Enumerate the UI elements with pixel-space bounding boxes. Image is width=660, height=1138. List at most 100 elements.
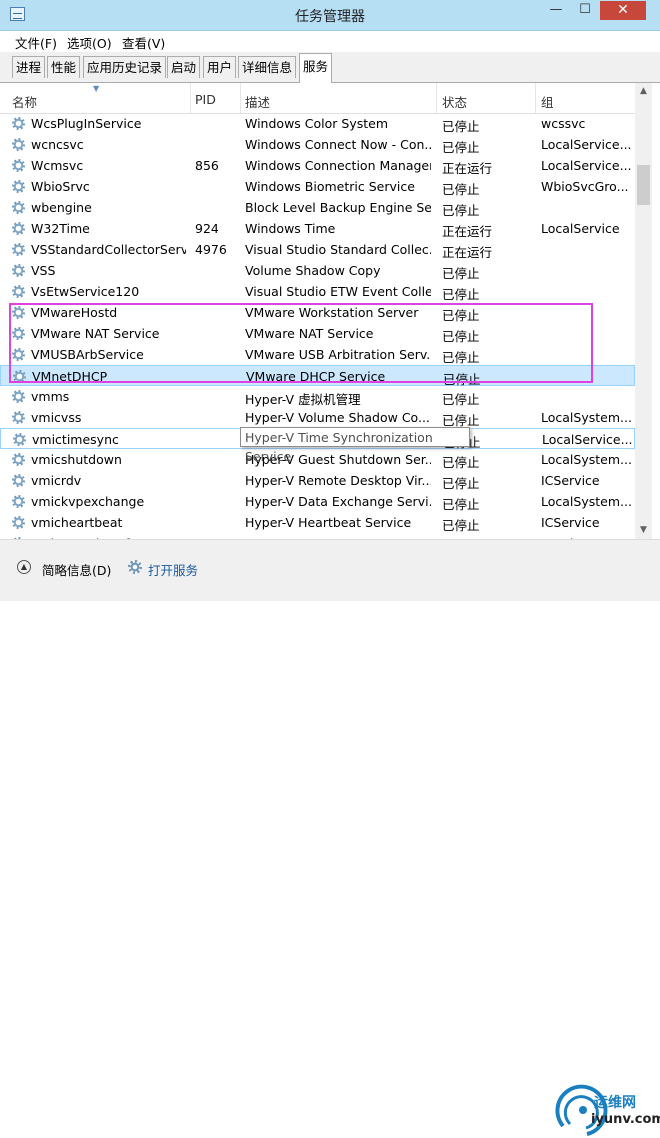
service-group: LocalService...	[541, 158, 632, 173]
service-description: Block Level Backup Engine Se...	[245, 200, 431, 215]
service-name: vmickvpexchange	[31, 494, 145, 509]
tab-performance[interactable]: 性能	[47, 56, 81, 78]
vertical-scrollbar[interactable]: ▲ ▼	[635, 83, 652, 539]
service-group: LocalSystem...	[541, 494, 632, 509]
service-gear-icon	[12, 495, 25, 508]
service-gear-icon	[12, 474, 25, 487]
column-header-description[interactable]: 描述	[245, 92, 270, 111]
table-row[interactable]: vmicrdv Hyper-V Remote Desktop Vir... 已停止 I…	[0, 470, 635, 491]
tab-startup[interactable]: 启动	[167, 56, 201, 78]
service-status: 已停止	[442, 455, 480, 470]
highlight-box	[9, 303, 593, 383]
watermark-domain: iyunv.com	[591, 1112, 660, 1127]
service-gear-icon	[12, 180, 25, 193]
maximize-button[interactable]: ☐	[572, 1, 598, 20]
service-group: WbioSvcGro...	[541, 179, 629, 194]
service-gear-icon	[12, 390, 25, 403]
table-row[interactable]: Wcmsvc 856 Windows Connection Manager 正在运行 L…	[0, 155, 635, 176]
service-pid: 856	[195, 158, 219, 173]
service-name: wcncsvc	[31, 137, 84, 152]
service-status: 正在运行	[442, 161, 493, 176]
service-gear-icon	[12, 453, 25, 466]
service-status: 已停止	[442, 119, 480, 134]
service-description: Hyper-V Remote Desktop Vir...	[245, 473, 431, 488]
service-gear-icon	[12, 117, 25, 130]
service-status: 已停止	[442, 182, 480, 197]
open-services-link[interactable]: 打开服务	[148, 560, 198, 579]
brief-info-link[interactable]: 简略信息(D)	[42, 560, 111, 579]
tab-strip: 进程 性能 应用历史记录 启动 用户 详细信息 服务	[0, 52, 660, 83]
column-header-name[interactable]: 名称	[12, 92, 37, 111]
column-header-group[interactable]: 组	[541, 92, 554, 111]
table-row[interactable]: wbengine Block Level Backup Engine Se... 已…	[0, 197, 635, 218]
tab-users[interactable]: 用户	[203, 56, 237, 78]
service-group: ICService	[541, 515, 600, 530]
sort-indicator-icon: ▼	[93, 84, 100, 93]
service-name: vmicheartbeat	[31, 515, 123, 530]
service-name: WcsPlugInService	[31, 116, 142, 131]
table-row[interactable]: vmicheartbeat Hyper-V Heartbeat Service 已停…	[0, 512, 635, 533]
service-name: VSS	[31, 263, 56, 278]
service-status: 已停止	[442, 392, 480, 407]
service-status: 已停止	[442, 266, 480, 281]
service-gear-icon	[12, 201, 25, 214]
service-group: ICService	[541, 473, 600, 488]
table-row[interactable]: W32Time 924 Windows Time 正在运行 LocalService	[0, 218, 635, 239]
service-name: W32Time	[31, 221, 90, 236]
scroll-down-icon[interactable]: ▼	[635, 522, 652, 539]
table-row[interactable]: VsEtwService120 Visual Studio ETW Event C…	[0, 281, 635, 302]
tab-details[interactable]: 详细信息	[238, 56, 297, 78]
table-row[interactable]: wcncsvc Windows Connect Now - Con... 已停止 Lo…	[0, 134, 635, 155]
service-name: WbioSrvc	[31, 179, 90, 194]
menu-options[interactable]: 选项(O)	[67, 33, 112, 52]
service-status: 正在运行	[442, 224, 493, 239]
table-row[interactable]: WcsPlugInService Windows Color System 已停止 w…	[0, 113, 635, 134]
table-row[interactable]: vmickvpexchange Hyper-V Data Exchange Ser…	[0, 491, 635, 512]
service-name: vmicrdv	[31, 473, 82, 488]
service-gear-icon	[13, 433, 26, 446]
table-row[interactable]: VSS Volume Shadow Copy 已停止	[0, 260, 635, 281]
minimize-button[interactable]: —	[543, 1, 569, 20]
service-status: 正在运行	[442, 245, 493, 260]
service-description: Hyper-V 虚拟机管理	[245, 392, 361, 407]
service-name: vmms	[31, 389, 70, 404]
table-row[interactable]: vmms Hyper-V 虚拟机管理 已停止	[0, 386, 635, 407]
service-group: wcssvc	[541, 116, 586, 131]
service-status: 已停止	[442, 203, 480, 218]
title-bar: 任务管理器 — ☐ ✕	[0, 0, 660, 31]
service-status: 已停止	[442, 140, 480, 155]
tab-app-history[interactable]: 应用历史记录	[83, 56, 167, 78]
menu-file[interactable]: 文件(F)	[15, 33, 57, 52]
table-row[interactable]: VSStandardCollectorServ... 4976 Visual Stu…	[0, 239, 635, 260]
service-description: Hyper-V Volume Shadow Co...	[245, 410, 430, 425]
service-name: wbengine	[31, 200, 92, 215]
services-gear-icon	[128, 560, 142, 574]
service-description: Windows Color System	[245, 116, 388, 131]
table-row[interactable]: WbioSrvc Windows Biometric Service 已停止 Wbio…	[0, 176, 635, 197]
scroll-up-icon[interactable]: ▲	[635, 83, 652, 100]
scrollbar-thumb[interactable]	[637, 165, 650, 205]
service-name: VsEtwService120	[31, 284, 140, 299]
service-group: LocalService...	[542, 432, 633, 447]
column-header-status[interactable]: 状态	[442, 92, 467, 111]
service-description: Windows Time	[245, 221, 336, 236]
service-name: vmicshutdown	[31, 452, 122, 467]
tab-processes[interactable]: 进程	[12, 56, 46, 78]
service-group: LocalSystem...	[541, 410, 632, 425]
tab-services[interactable]: 服务	[299, 53, 333, 83]
service-pid: 924	[195, 221, 219, 236]
service-description: Volume Shadow Copy	[245, 263, 381, 278]
service-gear-icon	[12, 159, 25, 172]
column-header-pid[interactable]: PID	[195, 92, 216, 107]
service-name: VSStandardCollectorServ...	[31, 242, 186, 257]
service-description: Visual Studio ETW Event Colle...	[245, 284, 431, 299]
table-header: ▼ 名称 PID 描述 状态 组	[0, 83, 635, 114]
watermark-text: 运维网	[594, 1095, 636, 1111]
collapse-up-icon[interactable]: ▲	[17, 560, 31, 574]
service-gear-icon	[12, 411, 25, 424]
table-row[interactable]: vmicshutdown Hyper-V Guest Shutdown Ser..…	[0, 449, 635, 470]
close-button[interactable]: ✕	[600, 1, 646, 20]
table-row[interactable]: vmicvss Hyper-V Volume Shadow Co... 已停止 Loc…	[0, 407, 635, 428]
menu-view[interactable]: 查看(V)	[122, 33, 165, 52]
service-description: Hyper-V Data Exchange Servi...	[245, 494, 431, 509]
